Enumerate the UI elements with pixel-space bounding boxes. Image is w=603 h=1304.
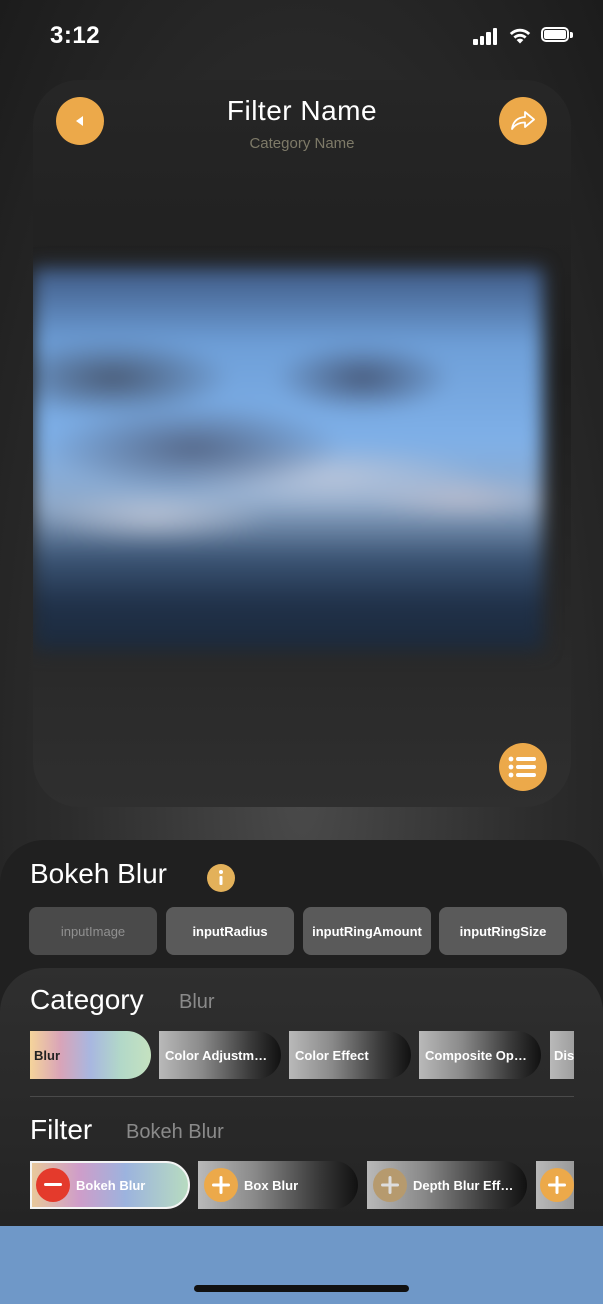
param-button-inputImage[interactable]: inputImage [29, 907, 157, 955]
chip-label: Dis [554, 1047, 574, 1063]
category-chip-row[interactable]: Blur Color Adjustm… Color Effect Composi… [30, 1031, 574, 1079]
add-filter-icon[interactable] [204, 1168, 238, 1202]
wifi-icon [509, 28, 531, 44]
chip-label: Color Adjustm… [165, 1047, 268, 1063]
share-icon [511, 111, 535, 130]
param-button-inputRingSize[interactable]: inputRingSize [439, 907, 567, 955]
filtered-image-preview [33, 268, 543, 650]
remove-filter-icon[interactable] [36, 1168, 70, 1202]
filter-chip-bokeh-blur[interactable]: Bokeh Blur [30, 1161, 190, 1209]
filter-chip-box-blur[interactable]: Box Blur [198, 1161, 358, 1209]
battery-icon [541, 27, 573, 43]
param-button-inputRadius[interactable]: inputRadius [166, 907, 294, 955]
chip-label: Blur [34, 1047, 60, 1063]
category-subtitle: Category Name [249, 135, 355, 152]
category-chip-color-effect[interactable]: Color Effect [289, 1031, 411, 1079]
filter-selected-value: Bokeh Blur [126, 1121, 224, 1143]
filter-name-heading: Bokeh Blur [30, 858, 167, 889]
param-button-inputRingAmount[interactable]: inputRingAmount [303, 907, 431, 955]
preview-card: Filter Name Category Name [33, 80, 571, 807]
chip-label: Depth Blur Eff… [413, 1177, 514, 1193]
add-filter-icon[interactable] [373, 1168, 407, 1202]
filter-chip-depth-blur-effect[interactable]: Depth Blur Eff… [367, 1161, 527, 1209]
category-chip-blur[interactable]: Blur [30, 1031, 151, 1079]
home-area [0, 1226, 603, 1304]
chip-label: Color Effect [295, 1047, 369, 1063]
list-icon [508, 756, 536, 778]
info-button[interactable] [207, 864, 235, 892]
status-time: 3:12 [50, 22, 101, 49]
list-menu-button[interactable] [499, 743, 547, 791]
home-indicator[interactable] [194, 1285, 409, 1292]
category-selected-value: Blur [179, 991, 215, 1013]
page-title: Filter Name [226, 95, 378, 126]
category-chip-distortion[interactable]: Dis [550, 1031, 574, 1079]
status-bar: 3:12 [0, 0, 603, 70]
add-filter-icon[interactable] [540, 1168, 574, 1202]
chip-label: Bokeh Blur [76, 1177, 146, 1193]
filter-chip-next[interactable] [536, 1161, 574, 1209]
category-chip-color-adjustment[interactable]: Color Adjustm… [159, 1031, 281, 1079]
section-divider [30, 1096, 574, 1097]
chip-label: Box Blur [244, 1177, 299, 1193]
info-icon [219, 870, 223, 885]
category-label: Category [30, 984, 144, 1015]
filter-label: Filter [30, 1114, 93, 1145]
share-button[interactable] [499, 97, 547, 145]
cellular-signal-icon [473, 27, 499, 45]
category-chip-composite-operation[interactable]: Composite Op… [419, 1031, 541, 1079]
filter-chip-row[interactable]: Bokeh Blur Box Blur Depth Blur Eff… [30, 1161, 574, 1209]
chip-label: Composite Op… [425, 1047, 527, 1063]
